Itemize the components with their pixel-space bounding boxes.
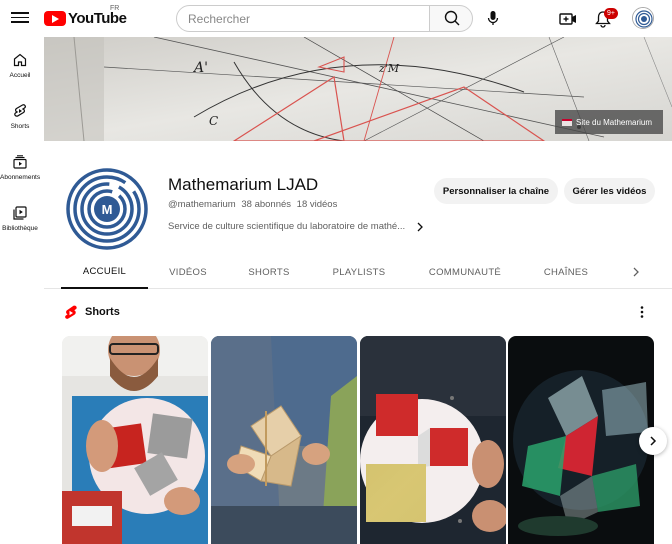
search-button[interactable] bbox=[429, 5, 473, 32]
channel-description[interactable]: Service de culture scientifique du labor… bbox=[168, 221, 412, 232]
tab-community[interactable]: COMMUNAUTÉ bbox=[408, 256, 522, 289]
sidebar-item-home[interactable]: Accueil bbox=[0, 52, 40, 79]
channel-handle: @mathemarium bbox=[168, 199, 236, 210]
sidebar-item-shorts[interactable]: Shorts bbox=[0, 103, 40, 130]
site-link-label: Site du Mathemarium bbox=[576, 117, 653, 127]
mathemarium-logo-icon bbox=[633, 8, 653, 28]
tab-channels[interactable]: CHAÎNES bbox=[522, 256, 610, 289]
svg-text:C: C bbox=[209, 114, 218, 128]
youtube-logo[interactable]: YouTube FR bbox=[44, 5, 127, 27]
short-thumbnail[interactable] bbox=[62, 336, 208, 544]
tab-home[interactable]: ACCUEIL bbox=[61, 256, 148, 289]
channel-site-link[interactable]: Site du Mathemarium bbox=[555, 110, 663, 134]
svg-text:A': A' bbox=[192, 60, 208, 76]
account-avatar[interactable] bbox=[632, 7, 654, 29]
short-thumbnail-image bbox=[62, 336, 208, 544]
voice-search-button[interactable] bbox=[482, 7, 504, 29]
subscriber-count: 38 abonnés bbox=[241, 199, 292, 210]
shorts-icon bbox=[14, 104, 26, 117]
description-expand-button[interactable] bbox=[414, 220, 426, 234]
site-favicon-icon bbox=[562, 118, 572, 126]
create-video-icon bbox=[559, 13, 576, 25]
search-input[interactable] bbox=[188, 6, 428, 31]
search-icon bbox=[444, 10, 460, 26]
customize-channel-button[interactable]: Personnaliser la chaîne bbox=[434, 178, 558, 204]
sidebar-item-label: Abonnements bbox=[0, 174, 41, 181]
channel-name: Mathemarium LJAD bbox=[168, 175, 319, 194]
avatar-letter: M bbox=[102, 202, 113, 217]
youtube-logo-text: YouTube bbox=[68, 10, 127, 27]
short-thumbnail[interactable] bbox=[211, 336, 357, 544]
channel-tabs: ACCUEIL VIDÉOS SHORTS PLAYLISTS COMMUNAU… bbox=[44, 256, 672, 289]
sidebar-item-label: Bibliothèque bbox=[2, 225, 38, 232]
search-box bbox=[176, 5, 430, 32]
short-thumbnail[interactable] bbox=[508, 336, 654, 544]
hamburger-menu-icon[interactable] bbox=[11, 9, 29, 27]
short-thumbnail-image bbox=[360, 336, 506, 544]
sidebar-item-label: Shorts bbox=[10, 123, 30, 130]
channel-meta: @mathemarium 38 abonnés 18 vidéos bbox=[168, 199, 340, 210]
youtube-play-icon bbox=[44, 11, 66, 26]
chevron-right-icon bbox=[417, 222, 423, 232]
tabs-scroll-right-button[interactable] bbox=[628, 263, 644, 281]
microphone-icon bbox=[487, 11, 499, 25]
mathemarium-logo-icon: M bbox=[65, 167, 149, 251]
sidebar: Accueil Shorts Abonnements Bibliothèque bbox=[0, 37, 40, 544]
subscriptions-icon bbox=[13, 155, 27, 169]
tab-shorts[interactable]: SHORTS bbox=[228, 256, 310, 289]
chevron-right-icon bbox=[650, 436, 657, 446]
library-icon bbox=[13, 206, 27, 220]
manage-videos-button[interactable]: Gérer les vidéos bbox=[564, 178, 655, 204]
country-code: FR bbox=[110, 5, 120, 12]
carousel-next-button[interactable] bbox=[639, 427, 667, 455]
short-thumbnail-image bbox=[211, 336, 357, 544]
video-count: 18 vidéos bbox=[296, 199, 338, 210]
shorts-shelf-title: Shorts bbox=[85, 306, 120, 318]
home-icon bbox=[13, 53, 27, 67]
tab-playlists[interactable]: PLAYLISTS bbox=[310, 256, 408, 289]
create-button[interactable] bbox=[557, 8, 579, 30]
shorts-logo-icon bbox=[64, 305, 78, 321]
sidebar-item-library[interactable]: Bibliothèque bbox=[0, 205, 40, 232]
more-vertical-icon bbox=[640, 306, 644, 318]
sidebar-item-label: Accueil bbox=[9, 72, 31, 79]
short-thumbnail-image bbox=[508, 336, 654, 544]
shelf-options-button[interactable] bbox=[636, 304, 648, 320]
tab-videos[interactable]: VIDÉOS bbox=[148, 256, 228, 289]
svg-text:z'M: z'M bbox=[378, 62, 400, 75]
chevron-right-icon bbox=[633, 267, 639, 277]
short-thumbnail[interactable] bbox=[360, 336, 506, 544]
notification-count-badge: 9+ bbox=[604, 8, 618, 19]
channel-avatar[interactable]: M bbox=[64, 166, 150, 252]
sidebar-item-subscriptions[interactable]: Abonnements bbox=[0, 154, 40, 181]
top-bar: YouTube FR 9+ bbox=[0, 0, 672, 37]
